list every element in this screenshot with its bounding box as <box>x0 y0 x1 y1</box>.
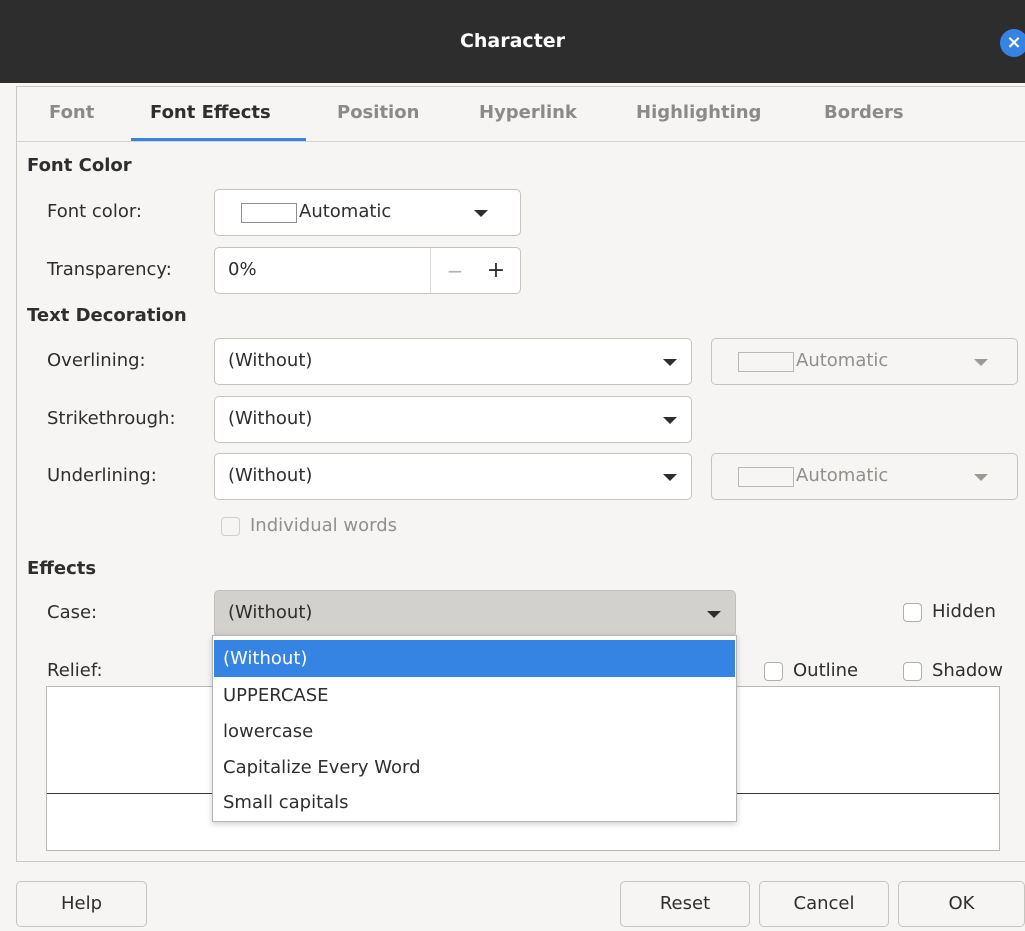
outline-checkbox[interactable] <box>764 662 783 681</box>
relief-label: Relief: <box>47 660 103 681</box>
underline-color-value: Automatic <box>796 465 889 486</box>
spin-divider <box>430 248 431 293</box>
case-dropdown-list: (Without) UPPERCASE lowercase Capitalize… <box>212 635 737 822</box>
underlining-label: Underlining: <box>47 465 157 486</box>
case-value: (Without) <box>228 602 313 623</box>
font-color-heading: Font Color <box>27 155 132 176</box>
close-icon[interactable]: × <box>1000 29 1025 57</box>
window-title: Character <box>459 30 566 52</box>
tab-separator <box>17 141 1025 142</box>
tab-font[interactable]: Font <box>49 98 94 128</box>
decrement-button[interactable]: − <box>440 256 470 286</box>
underlining-dropdown[interactable]: (Without) <box>214 453 692 500</box>
case-option-small-capitals[interactable]: Small capitals <box>214 784 735 821</box>
transparency-label: Transparency: <box>47 259 172 280</box>
individual-words-checkbox[interactable] <box>221 517 240 536</box>
active-tab-indicator <box>131 138 306 141</box>
strikethrough-label: Strikethrough: <box>47 408 176 429</box>
tab-hyperlink[interactable]: Hyperlink <box>479 98 577 128</box>
font-color-swatch <box>241 203 297 223</box>
overlining-value: (Without) <box>228 350 313 371</box>
chevron-down-icon <box>663 474 677 481</box>
font-color-dropdown[interactable]: Automatic <box>214 189 521 236</box>
shadow-checkbox[interactable] <box>903 662 922 681</box>
help-button[interactable]: Help <box>16 881 147 927</box>
case-label: Case: <box>47 602 98 623</box>
reset-button[interactable]: Reset <box>620 881 750 927</box>
increment-button[interactable]: + <box>481 256 511 286</box>
tab-highlighting[interactable]: Highlighting <box>636 98 761 128</box>
case-option-without[interactable]: (Without) <box>214 640 735 677</box>
chevron-down-icon <box>663 359 677 366</box>
hidden-label: Hidden <box>932 601 996 622</box>
case-option-lowercase[interactable]: lowercase <box>214 713 735 750</box>
font-color-value: Automatic <box>299 201 392 222</box>
hidden-checkbox[interactable] <box>903 603 922 622</box>
overlining-dropdown[interactable]: (Without) <box>214 338 692 385</box>
tab-borders[interactable]: Borders <box>824 98 904 128</box>
case-dropdown[interactable]: (Without) <box>214 590 736 637</box>
overline-color-value: Automatic <box>796 350 889 371</box>
individual-words-label: Individual words <box>250 515 398 536</box>
transparency-value: 0% <box>228 259 257 280</box>
strikethrough-dropdown[interactable]: (Without) <box>214 396 692 443</box>
tab-font-effects[interactable]: Font Effects <box>150 98 271 128</box>
ok-button[interactable]: OK <box>898 881 1025 927</box>
underline-color-swatch <box>738 467 794 487</box>
effects-heading: Effects <box>27 558 97 579</box>
title-bar: Character × <box>0 0 1025 83</box>
shadow-label: Shadow <box>932 660 1004 681</box>
outline-label: Outline <box>793 660 859 681</box>
transparency-spinbox[interactable]: 0% − + <box>214 247 521 294</box>
tab-position[interactable]: Position <box>337 98 419 128</box>
chevron-down-icon <box>974 359 988 366</box>
overline-color-swatch <box>738 352 794 372</box>
font-color-label: Font color: <box>47 201 142 222</box>
chevron-down-icon <box>974 474 988 481</box>
case-option-capitalize[interactable]: Capitalize Every Word <box>214 749 735 786</box>
strikethrough-value: (Without) <box>228 408 313 429</box>
case-option-uppercase[interactable]: UPPERCASE <box>214 677 735 714</box>
text-decoration-heading: Text Decoration <box>27 305 187 326</box>
chevron-down-icon <box>707 611 721 618</box>
overlining-label: Overlining: <box>47 350 146 371</box>
underlining-value: (Without) <box>228 465 313 486</box>
cancel-button[interactable]: Cancel <box>759 881 889 927</box>
chevron-down-icon <box>663 417 677 424</box>
underline-color-dropdown[interactable]: Automatic <box>711 453 1018 500</box>
chevron-down-icon <box>474 210 488 217</box>
overline-color-dropdown[interactable]: Automatic <box>711 338 1018 385</box>
